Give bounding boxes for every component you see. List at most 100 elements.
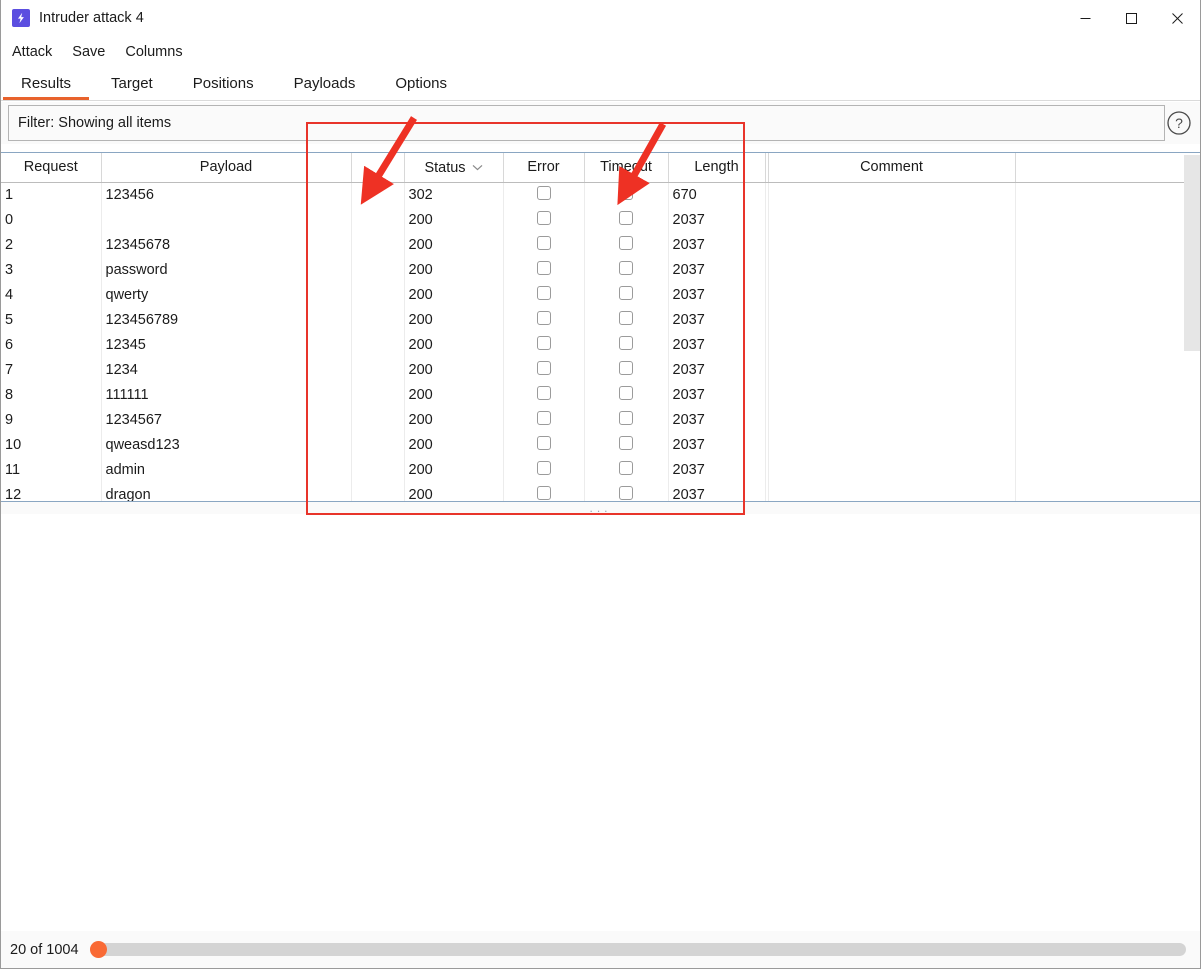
request-response-pane (1, 514, 1200, 932)
cell-comment (768, 382, 1016, 407)
table-row[interactable]: 3 password 200 2037 (1, 257, 1185, 282)
error-checkbox[interactable] (536, 485, 551, 500)
cell-request: 8 (1, 382, 102, 407)
error-cell (503, 382, 585, 407)
error-cell (503, 207, 585, 232)
error-checkbox[interactable] (536, 310, 551, 325)
cell-length: 2037 (668, 357, 766, 382)
table-row[interactable]: 11 admin 200 2037 (1, 457, 1185, 482)
tab-bar: Results Target Positions Payloads Option… (1, 67, 1200, 101)
table-row[interactable]: 4 qwerty 200 2037 (1, 282, 1185, 307)
cell-request: 3 (1, 257, 102, 282)
timeout-checkbox[interactable] (619, 410, 633, 425)
error-checkbox[interactable] (536, 260, 551, 275)
cell-spacer-3 (1015, 432, 1185, 457)
column-header-payload[interactable]: Payload (101, 153, 352, 183)
table-row[interactable]: 1 123456 302 670 (1, 182, 1185, 207)
tab-positions[interactable]: Positions (173, 71, 274, 100)
results-vertical-scrollbar[interactable] (1184, 153, 1200, 501)
table-row[interactable]: 7 1234 200 2037 (1, 357, 1185, 382)
error-checkbox[interactable] (536, 335, 551, 350)
cell-length: 2037 (668, 382, 766, 407)
cell-spacer-3 (1015, 232, 1185, 257)
error-checkbox[interactable] (536, 185, 551, 200)
results-scrollbar-thumb[interactable] (1184, 155, 1200, 351)
error-cell (503, 432, 585, 457)
timeout-checkbox[interactable] (619, 210, 633, 225)
attack-progress-knob[interactable] (89, 941, 107, 958)
error-checkbox[interactable] (536, 360, 551, 375)
tab-target[interactable]: Target (91, 71, 173, 100)
cell-status: 200 (404, 207, 504, 232)
question-mark-circle-icon[interactable]: ? (1165, 109, 1193, 137)
error-checkbox[interactable] (536, 385, 551, 400)
filter-bar[interactable]: Filter: Showing all items (8, 105, 1165, 141)
timeout-checkbox[interactable] (619, 185, 633, 200)
timeout-checkbox[interactable] (619, 260, 633, 275)
timeout-checkbox[interactable] (619, 385, 633, 400)
cell-spacer-1 (351, 482, 405, 501)
maximize-button[interactable] (1108, 0, 1154, 36)
column-header-status-label: Status (424, 159, 466, 176)
timeout-checkbox[interactable] (619, 485, 633, 500)
table-row[interactable]: 5 123456789 200 2037 (1, 307, 1185, 332)
menu-item-attack[interactable]: Attack (12, 41, 61, 63)
column-header-error[interactable]: Error (503, 153, 585, 183)
window-controls (1062, 0, 1200, 36)
pane-splitter[interactable]: ... (1, 502, 1200, 514)
error-checkbox[interactable] (536, 235, 551, 250)
table-row[interactable]: 8 111111 200 2037 (1, 382, 1185, 407)
table-row[interactable]: 0 200 2037 (1, 207, 1185, 232)
cell-status: 200 (404, 357, 504, 382)
column-header-request[interactable]: Request (1, 153, 102, 183)
column-header-length[interactable]: Length (668, 153, 766, 183)
title-bar: Intruder attack 4 (1, 0, 1200, 36)
error-checkbox[interactable] (536, 435, 551, 450)
cell-request: 5 (1, 307, 102, 332)
results-table: Request Payload Status Error Timeout Len… (1, 153, 1185, 501)
timeout-checkbox[interactable] (619, 285, 633, 300)
table-row[interactable]: 2 12345678 200 2037 (1, 232, 1185, 257)
table-row[interactable]: 10 qweasd123 200 2037 (1, 432, 1185, 457)
menu-item-save[interactable]: Save (72, 41, 114, 63)
cell-spacer-1 (351, 432, 405, 457)
title-bar-left: Intruder attack 4 (12, 0, 144, 36)
cell-request: 0 (1, 207, 102, 232)
table-row[interactable]: 9 1234567 200 2037 (1, 407, 1185, 432)
table-row[interactable]: 12 dragon 200 2037 (1, 482, 1185, 501)
timeout-checkbox[interactable] (619, 235, 633, 250)
table-row[interactable]: 6 12345 200 2037 (1, 332, 1185, 357)
column-header-timeout[interactable]: Timeout (584, 153, 669, 183)
window-title: Intruder attack 4 (39, 10, 144, 26)
column-header-status[interactable]: Status (404, 153, 504, 183)
cell-spacer-3 (1015, 282, 1185, 307)
timeout-cell (584, 457, 669, 482)
cell-payload: admin (101, 457, 352, 482)
close-button[interactable] (1154, 0, 1200, 36)
cell-spacer-1 (351, 332, 405, 357)
error-checkbox[interactable] (536, 285, 551, 300)
error-checkbox[interactable] (536, 410, 551, 425)
timeout-checkbox[interactable] (619, 435, 633, 450)
timeout-cell (584, 382, 669, 407)
cell-spacer-1 (351, 307, 405, 332)
tab-options[interactable]: Options (375, 71, 467, 100)
cell-comment (768, 482, 1016, 501)
timeout-checkbox[interactable] (619, 335, 633, 350)
timeout-checkbox[interactable] (619, 360, 633, 375)
menu-item-columns[interactable]: Columns (125, 41, 191, 63)
column-header-spacer-3 (1015, 153, 1185, 183)
cell-request: 2 (1, 232, 102, 257)
minimize-button[interactable] (1062, 0, 1108, 36)
error-checkbox[interactable] (536, 210, 551, 225)
attack-progress-bar[interactable] (89, 941, 1186, 958)
timeout-cell (584, 482, 669, 501)
error-checkbox[interactable] (536, 460, 551, 475)
timeout-checkbox[interactable] (619, 310, 633, 325)
error-cell (503, 232, 585, 257)
column-header-comment[interactable]: Comment (768, 153, 1016, 183)
timeout-checkbox[interactable] (619, 460, 633, 475)
cell-spacer-3 (1015, 307, 1185, 332)
tab-results[interactable]: Results (1, 71, 91, 100)
tab-payloads[interactable]: Payloads (274, 71, 376, 100)
